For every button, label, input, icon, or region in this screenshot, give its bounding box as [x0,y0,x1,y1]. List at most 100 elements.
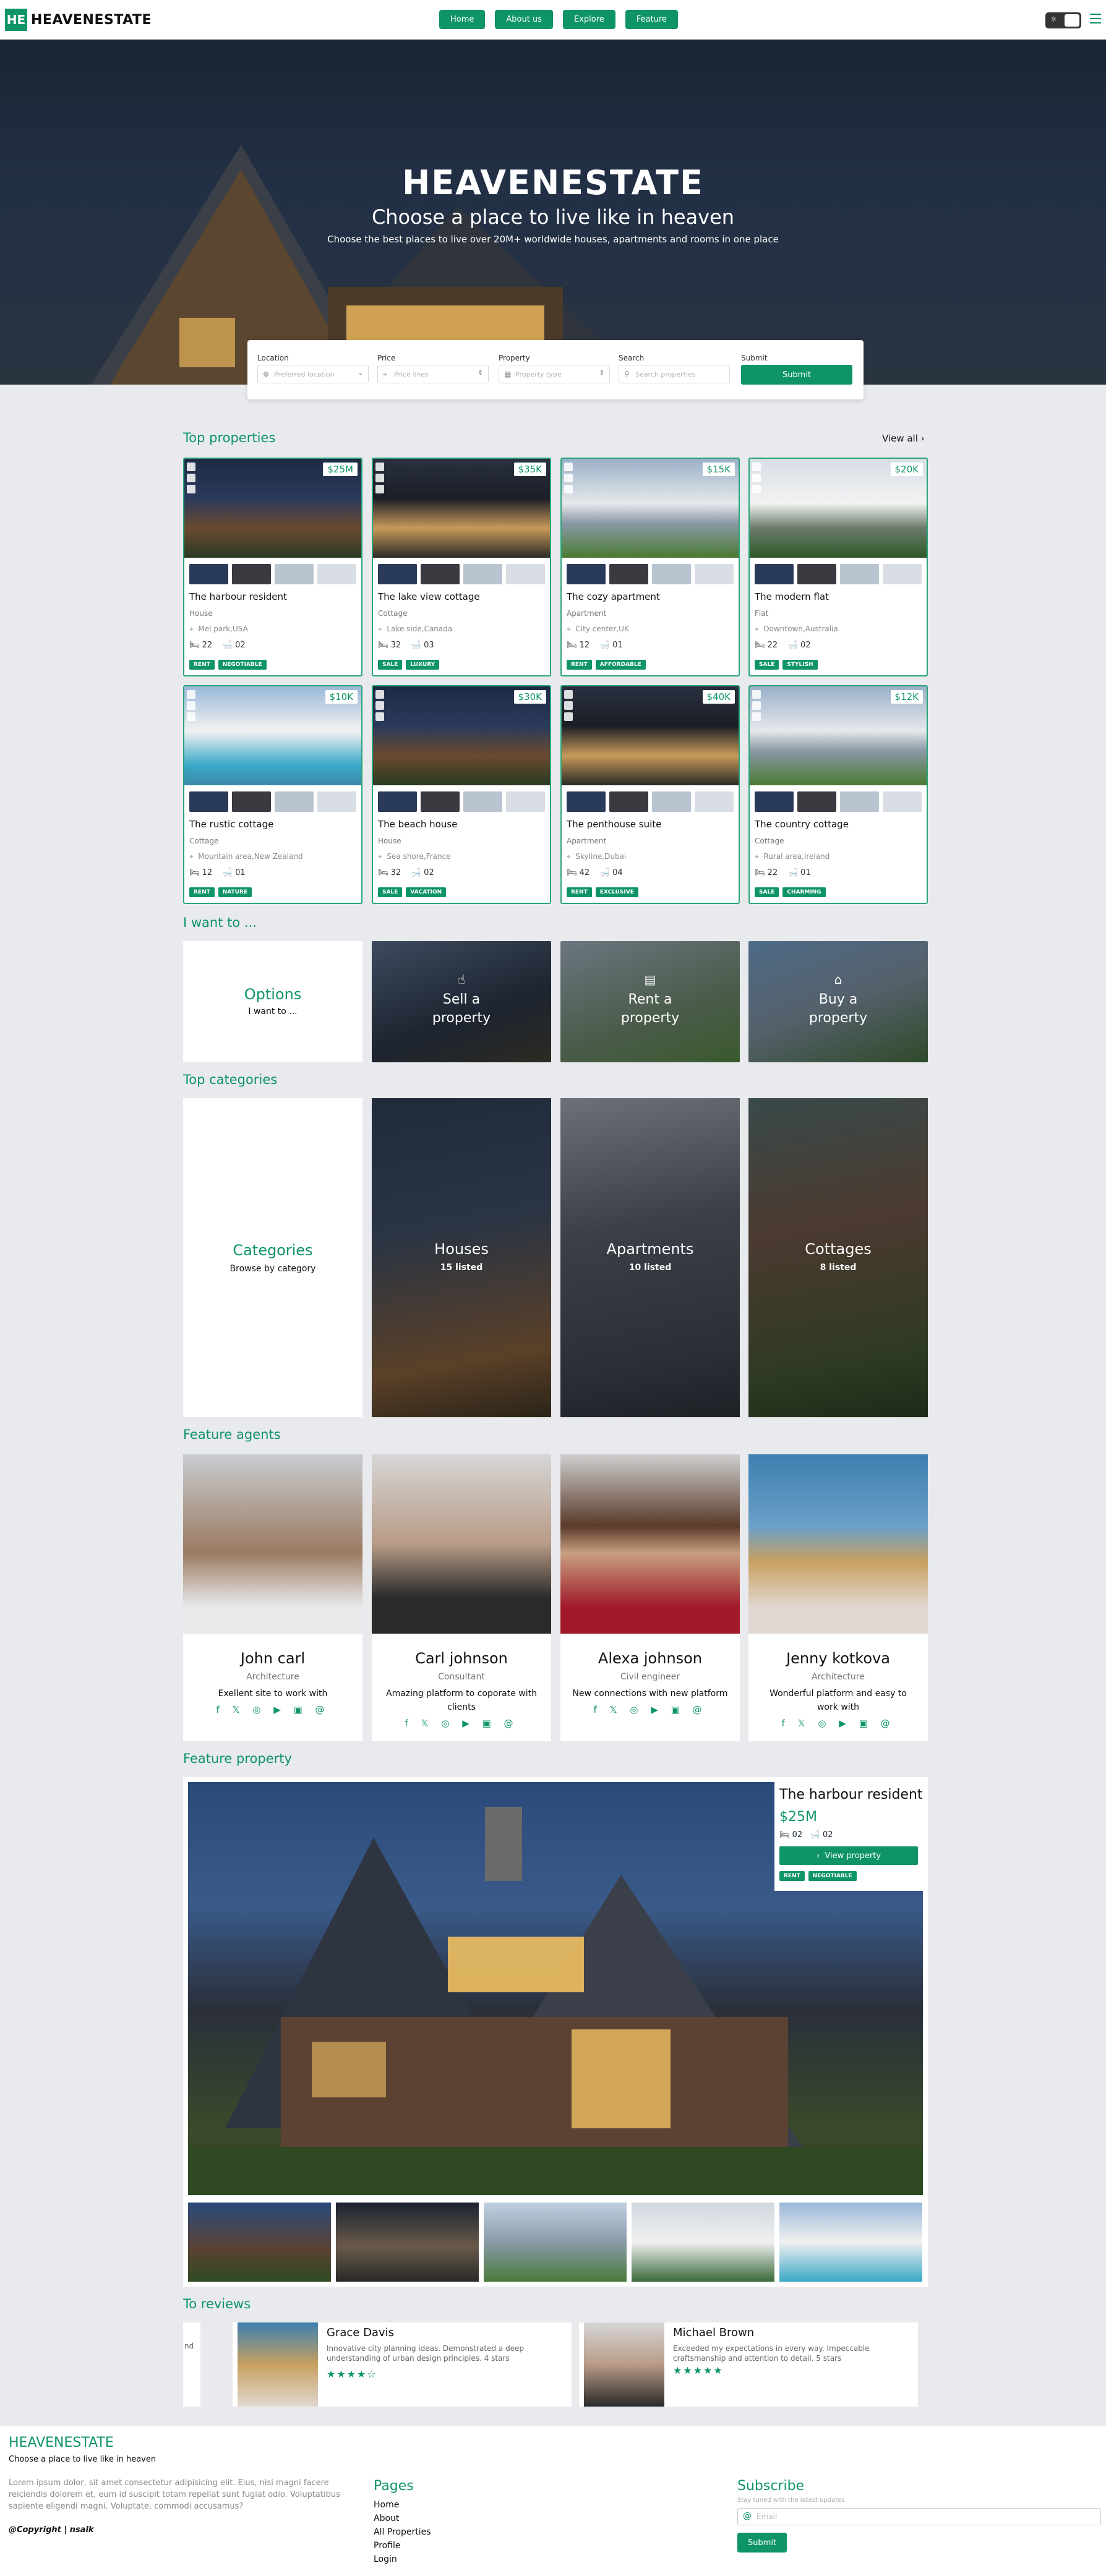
property-name[interactable]: The cozy apartment [567,591,660,602]
thumbnail[interactable] [883,791,922,812]
thumbnail[interactable] [506,564,545,584]
footer-link-all-properties[interactable]: All Properties [374,2525,431,2539]
property-action-icons[interactable] [375,690,385,723]
agent-social-icons[interactable]: f 𝕏 ◎ ▶ ▣ @ [560,1704,740,1715]
property-card[interactable]: $40K The penthouse suite Apartment ⌖ Skylin… [560,685,740,904]
agent-social-icons[interactable]: f 𝕏 ◎ ▶ ▣ @ [748,1718,928,1729]
logo-mark[interactable]: HE [5,9,27,31]
agent-card[interactable]: Jenny kotkova Architecture Wonderful pla… [748,1454,928,1741]
property-action-icons[interactable] [752,463,762,496]
thumbnail[interactable] [652,564,691,584]
footer-link-about[interactable]: About [374,2512,431,2525]
property-card[interactable]: $12K The country cottage Cottage ⌖ Rural ar… [748,685,928,904]
property-card[interactable]: $15K The cozy apartment Apartment ⌖ City ce… [560,458,740,676]
agent-social-icons[interactable]: f 𝕏 ◎ ▶ ▣ @ [183,1704,362,1715]
agent-social-icons[interactable]: f 𝕏 ◎ ▶ ▣ @ [372,1718,551,1729]
thumbnail[interactable] [755,564,794,584]
search-input[interactable]: ⚲ Search properties [619,365,730,383]
property-action-icons[interactable] [375,463,385,496]
view-property-button[interactable]: › View property [779,1846,918,1865]
property-card[interactable]: $25M The harbour resident House ⌖ Mel park,… [183,458,362,676]
email-field[interactable]: @ Email [737,2508,1101,2525]
brand-name[interactable]: HEAVENESTATE [31,12,152,28]
thumbnail[interactable] [755,791,794,812]
property-action-icons[interactable] [564,690,574,723]
thumbnail[interactable] [506,791,545,812]
thumbnail[interactable] [484,2203,627,2282]
price-placeholder: Price lines [394,370,429,378]
nav-about-button[interactable]: About us [495,10,553,29]
property-action-icons[interactable] [187,690,197,723]
thumbnail[interactable] [695,791,734,812]
property-name[interactable]: The harbour resident [189,591,287,602]
thumbnail[interactable] [336,2203,479,2282]
property-card[interactable]: $10K The rustic cottage Cottage ⌖ Mountain … [183,685,362,904]
property-action-icons[interactable] [187,463,197,496]
property-name[interactable]: The rustic cottage [189,819,273,830]
hamburger-icon[interactable] [1090,14,1101,27]
footer-link-home[interactable]: Home [374,2498,431,2512]
buy-property-card[interactable]: ⌂ Buy a property [748,941,928,1062]
thumbnail[interactable] [797,564,836,584]
property-name[interactable]: The modern flat [755,591,829,602]
thumbnail[interactable] [567,791,606,812]
thumbnail[interactable] [840,564,879,584]
subscribe-submit-button[interactable]: Submit [737,2533,787,2553]
thumbnail[interactable] [797,791,836,812]
thumbnail[interactable] [463,564,502,584]
footer-link-login[interactable]: Login [374,2553,431,2566]
footer-link-profile[interactable]: Profile [374,2539,431,2553]
nav-explore-button[interactable]: Explore [562,10,615,29]
thumbnail[interactable] [652,791,691,812]
thumbnail[interactable] [779,2203,922,2282]
price-select[interactable]: ⌖ Price lines ⇕ [377,365,489,383]
thumbnail[interactable] [840,791,879,812]
thumbnail[interactable] [188,2203,331,2282]
view-all-link[interactable]: View all › [882,433,925,444]
theme-toggle[interactable]: ☼ [1045,12,1081,28]
property-card[interactable]: $20K The modern flat Flat ⌖ Downtown,Austra… [748,458,928,676]
thumbnail[interactable] [317,791,356,812]
thumbnail[interactable] [378,564,417,584]
property-name[interactable]: The country cottage [755,819,849,830]
thumbnail[interactable] [609,564,648,584]
thumbnail[interactable] [421,564,460,584]
nav-home-button[interactable]: Home [439,10,486,29]
thumbnail[interactable] [421,791,460,812]
property-name[interactable]: The penthouse suite [567,819,661,830]
property-name[interactable]: The lake view cottage [378,591,480,602]
sell-property-card[interactable]: ☝ Sell a property [372,941,551,1062]
rent-property-card[interactable]: ▤ Rent a property [560,941,740,1062]
thumbnail[interactable] [189,564,228,584]
thumbnail[interactable] [632,2203,774,2282]
property-select[interactable]: ▦ Property type ⇕ [499,365,610,383]
thumbnail[interactable] [463,791,502,812]
nav-feature-button[interactable]: Feature [625,10,678,29]
search-submit-button[interactable]: Submit [741,365,852,385]
property-card[interactable]: $35K The lake view cottage Cottage ⌖ Lake s… [372,458,551,676]
property-action-icons[interactable] [752,690,762,723]
thumbnail[interactable] [232,564,271,584]
bath-icon: 🛁 [810,1830,820,1840]
thumbnail[interactable] [275,564,314,584]
agent-card[interactable]: Carl johnson Consultant Amazing platform… [372,1454,551,1741]
thumbnail[interactable] [883,564,922,584]
thumbnail[interactable] [189,791,228,812]
property-card[interactable]: $30K The beach house House ⌖ Sea shore,Fran… [372,685,551,904]
property-action-icons[interactable] [564,463,574,496]
thumbnail[interactable] [232,791,271,812]
agent-card[interactable]: Alexa johnson Civil engineer New connect… [560,1454,740,1741]
category-apartments-card[interactable]: Apartments 10 listed [560,1098,740,1417]
thumbnail[interactable] [275,791,314,812]
thumbnail[interactable] [567,564,606,584]
property-location: ⌖ Downtown,Australia [755,625,838,634]
thumbnail[interactable] [695,564,734,584]
location-select[interactable]: ⊕ Preferred location ⌄ [257,365,369,383]
thumbnail[interactable] [317,564,356,584]
category-cottages-card[interactable]: Cottages 8 listed [748,1098,928,1417]
category-houses-card[interactable]: Houses 15 listed [372,1098,551,1417]
thumbnail[interactable] [609,791,648,812]
agent-card[interactable]: John carl Architecture Exellent site to … [183,1454,362,1741]
property-name[interactable]: The beach house [378,819,457,830]
thumbnail[interactable] [378,791,417,812]
